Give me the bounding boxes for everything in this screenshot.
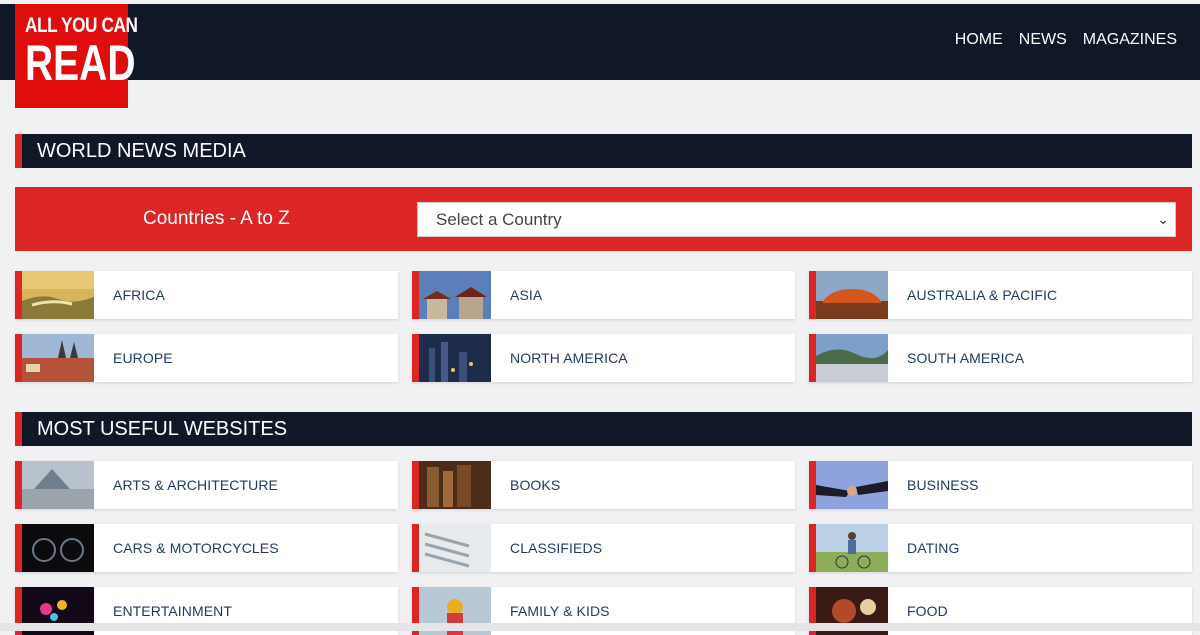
- classifieds-thumbnail: [419, 524, 491, 572]
- website-label: BUSINESS: [907, 477, 979, 493]
- south-america-thumbnail: [816, 334, 888, 382]
- chevron-down-icon: ⌄: [1157, 211, 1169, 227]
- website-label: CLASSIFIEDS: [510, 540, 603, 556]
- region-label: AUSTRALIA & PACIFIC: [907, 287, 1058, 303]
- section-heading-world-news: WORLD NEWS MEDIA: [15, 134, 1192, 168]
- region-label: ASIA: [510, 287, 543, 303]
- website-label: DATING: [907, 540, 960, 556]
- website-card-dating[interactable]: DATING: [809, 524, 1192, 572]
- website-card-cars-motorcycles[interactable]: CARS & MOTORCYCLES: [15, 524, 398, 572]
- country-selector-bar: Countries - A to Z Select a Country ⌄: [15, 187, 1192, 251]
- region-card-asia[interactable]: ASIA: [412, 271, 795, 319]
- main-nav: HOME NEWS MAGAZINES: [955, 30, 1177, 50]
- nav-magazines-link[interactable]: MAGAZINES: [1083, 30, 1177, 50]
- website-card-arts-architecture[interactable]: ARTS & ARCHITECTURE: [15, 461, 398, 509]
- website-label: BOOKS: [510, 477, 561, 493]
- website-label: ARTS & ARCHITECTURE: [113, 477, 278, 493]
- website-card-classifieds[interactable]: CLASSIFIEDS: [412, 524, 795, 572]
- section-heading-most-useful: MOST USEFUL WEBSITES: [15, 412, 1192, 446]
- asia-thumbnail: [419, 271, 491, 319]
- region-label: AFRICA: [113, 287, 165, 303]
- region-label: NORTH AMERICA: [510, 350, 628, 366]
- bottom-edge: [0, 623, 1200, 631]
- nav-home-link[interactable]: HOME: [955, 30, 1003, 50]
- website-card-business[interactable]: BUSINESS: [809, 461, 1192, 509]
- top-header: HOME NEWS MAGAZINES: [0, 4, 1200, 80]
- region-card-north-america[interactable]: NORTH AMERICA: [412, 334, 795, 382]
- website-label: CARS & MOTORCYCLES: [113, 540, 279, 556]
- country-select[interactable]: Select a Country ⌄: [417, 202, 1176, 237]
- region-label: SOUTH AMERICA: [907, 350, 1025, 366]
- business-thumbnail: [816, 461, 888, 509]
- australia-thumbnail: [816, 271, 888, 319]
- region-card-europe[interactable]: EUROPE: [15, 334, 398, 382]
- cars-thumbnail: [22, 524, 94, 572]
- arts-thumbnail: [22, 461, 94, 509]
- africa-thumbnail: [22, 271, 94, 319]
- north-america-thumbnail: [419, 334, 491, 382]
- dating-thumbnail: [816, 524, 888, 572]
- countries-label: Countries - A to Z: [143, 208, 290, 229]
- region-label: EUROPE: [113, 350, 173, 366]
- country-select-value: Select a Country: [436, 210, 562, 229]
- books-thumbnail: [419, 461, 491, 509]
- site-logo[interactable]: ALL YOU CAN READ: [15, 4, 138, 108]
- nav-news-link[interactable]: NEWS: [1019, 30, 1067, 50]
- region-card-africa[interactable]: AFRICA: [15, 271, 398, 319]
- region-card-australia-pacific[interactable]: AUSTRALIA & PACIFIC: [809, 271, 1192, 319]
- website-card-books[interactable]: BOOKS: [412, 461, 795, 509]
- logo-line-2: READ: [25, 35, 136, 91]
- europe-thumbnail: [22, 334, 94, 382]
- region-card-south-america[interactable]: SOUTH AMERICA: [809, 334, 1192, 382]
